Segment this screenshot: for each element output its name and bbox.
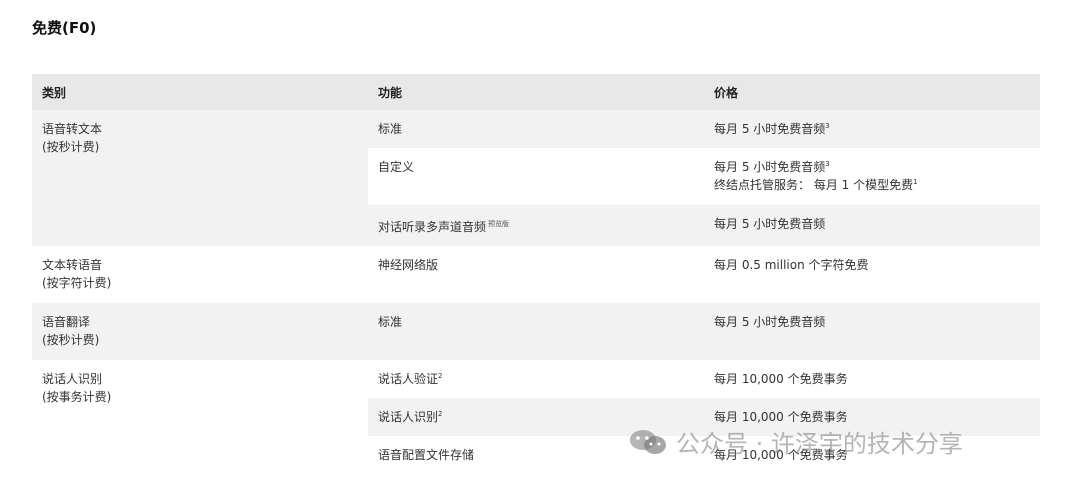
pricing-table: 类别 功能 价格 语音转文本 (按秒计费) 标准 每月 5 小时免费音频3 自定… bbox=[32, 74, 1040, 474]
feature-name: 对话听录多声道音频 bbox=[378, 220, 487, 234]
page-title: 免费(F0) bbox=[32, 19, 97, 37]
category-cell: 文本转语音 (按字符计费) bbox=[32, 246, 368, 303]
table-row: 语音翻译 (按秒计费) 标准 每月 5 小时免费音频 bbox=[32, 303, 1040, 360]
wechat-icon bbox=[628, 428, 668, 456]
feature-name: 自定义 bbox=[378, 160, 415, 174]
feature-cell: 标准 bbox=[368, 303, 704, 360]
price-cell: 每月 0.5 million 个字符免费 bbox=[704, 246, 1040, 303]
price-text-secondary: 终结点托管服务： 每月 1 个模型免费 bbox=[714, 178, 914, 192]
price-text: 每月 0.5 million 个字符免费 bbox=[714, 258, 869, 272]
category-name: 说话人识别 bbox=[42, 372, 103, 386]
feature-cell: 对话听录多声道音频 预览版 bbox=[368, 205, 704, 246]
category-name: 语音转文本 bbox=[42, 122, 103, 136]
feature-name: 说话人识别 bbox=[378, 410, 439, 424]
footnote-ref: 2 bbox=[438, 372, 443, 380]
price-cell: 每月 5 小时免费音频 bbox=[704, 303, 1040, 360]
price-text: 每月 10,000 个免费事务 bbox=[714, 372, 848, 386]
feature-cell: 说话人验证2 bbox=[368, 360, 704, 398]
category-unit: (按事务计费) bbox=[42, 390, 112, 404]
footnote-ref: 3 bbox=[825, 160, 830, 168]
category-unit: (按秒计费) bbox=[42, 140, 100, 154]
category-unit: (按字符计费) bbox=[42, 276, 112, 290]
feature-name: 说话人验证 bbox=[378, 372, 439, 386]
table-row: 语音转文本 (按秒计费) 标准 每月 5 小时免费音频3 bbox=[32, 110, 1040, 246]
feature-name: 语音配置文件存储 bbox=[378, 448, 475, 462]
feature-cell: 神经网络版 bbox=[368, 246, 704, 303]
feature-cell: 自定义 bbox=[368, 148, 704, 205]
footnote-ref: 3 bbox=[825, 122, 830, 130]
price-text: 每月 5 小时免费音频 bbox=[714, 217, 826, 231]
category-cell: 语音翻译 (按秒计费) bbox=[32, 303, 368, 360]
price-cell: 每月 5 小时免费音频 bbox=[704, 205, 1040, 246]
feature-name: 标准 bbox=[378, 315, 403, 329]
header-price: 价格 bbox=[704, 74, 1040, 110]
feature-name: 神经网络版 bbox=[378, 258, 439, 272]
price-text: 每月 5 小时免费音频 bbox=[714, 122, 826, 136]
header-category: 类别 bbox=[32, 74, 368, 110]
category-cell: 说话人识别 (按事务计费) bbox=[32, 360, 368, 474]
category-name: 文本转语音 bbox=[42, 258, 103, 272]
feature-name: 标准 bbox=[378, 122, 403, 136]
feature-cell: 标准 bbox=[368, 110, 704, 148]
price-cell: 每月 5 小时免费音频3 bbox=[704, 110, 1040, 148]
price-text: 每月 5 小时免费音频 bbox=[714, 160, 826, 174]
price-cell: 每月 5 小时免费音频3 终结点托管服务： 每月 1 个模型免费1 bbox=[704, 148, 1040, 205]
category-name: 语音翻译 bbox=[42, 315, 91, 329]
category-unit: (按秒计费) bbox=[42, 333, 100, 347]
table-header-row: 类别 功能 价格 bbox=[32, 74, 1040, 110]
table-row: 文本转语音 (按字符计费) 神经网络版 每月 0.5 million 个字符免费 bbox=[32, 246, 1040, 303]
category-cell: 语音转文本 (按秒计费) bbox=[32, 110, 368, 246]
footnote-ref: 1 bbox=[913, 178, 918, 186]
header-feature: 功能 bbox=[368, 74, 704, 110]
preview-badge: 预览版 bbox=[488, 220, 510, 228]
price-text: 每月 10,000 个免费事务 bbox=[714, 410, 848, 424]
price-cell: 每月 10,000 个免费事务 bbox=[704, 360, 1040, 398]
footnote-ref: 2 bbox=[438, 410, 443, 418]
price-text: 每月 5 小时免费音频 bbox=[714, 315, 826, 329]
table-row: 说话人识别 (按事务计费) 说话人验证2 每月 10,000 个免费事务 bbox=[32, 360, 1040, 474]
watermark: 公众号 · 许泽宇的技术分享 bbox=[628, 424, 963, 459]
watermark-text: 公众号 · 许泽宇的技术分享 bbox=[676, 430, 963, 458]
